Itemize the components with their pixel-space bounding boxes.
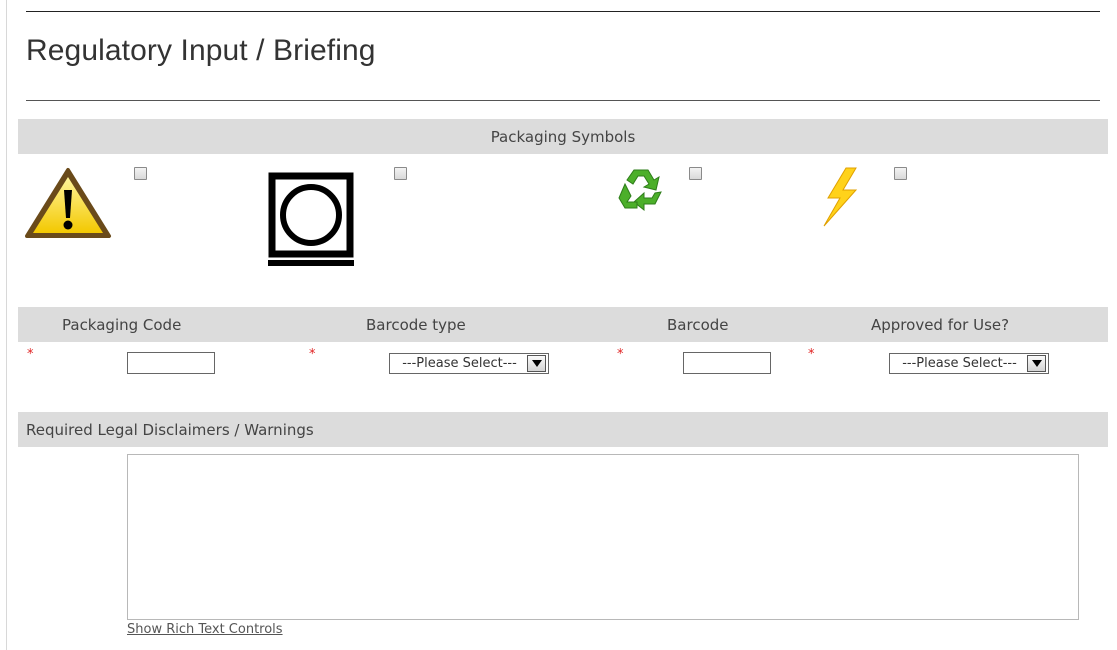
- lightning-bolt-icon: [823, 167, 858, 227]
- top-divider: [26, 11, 1100, 12]
- warning-symbol-checkbox[interactable]: [134, 167, 147, 180]
- barcode-header: Barcode: [667, 316, 729, 334]
- left-border: [6, 0, 7, 650]
- lightning-symbol-checkbox[interactable]: [894, 167, 907, 180]
- show-rich-text-controls-link[interactable]: Show Rich Text Controls: [127, 622, 283, 637]
- required-marker: *: [617, 347, 624, 362]
- packaging-symbols-header: Packaging Symbols: [18, 119, 1108, 154]
- recycle-symbol-checkbox[interactable]: [689, 167, 702, 180]
- dry-clean-symbol-checkbox[interactable]: [394, 167, 407, 180]
- disclaimers-label: Required Legal Disclaimers / Warnings: [26, 420, 314, 439]
- required-marker: *: [27, 347, 34, 362]
- packaging-code-input[interactable]: [127, 352, 215, 374]
- disclaimers-textarea[interactable]: [127, 454, 1079, 620]
- required-marker: *: [808, 347, 815, 362]
- dry-clean-symbol-icon: [268, 172, 354, 266]
- dropdown-arrow-icon[interactable]: [1027, 355, 1046, 372]
- approved-for-use-header: Approved for Use?: [871, 316, 1010, 334]
- fields-header: Packaging Code Barcode type Barcode Appr…: [18, 307, 1108, 342]
- barcode-type-select[interactable]: ---Please Select---: [389, 353, 549, 374]
- page-title: Regulatory Input / Briefing: [26, 34, 376, 67]
- dropdown-arrow-icon[interactable]: [527, 355, 546, 372]
- packaging-symbols-label: Packaging Symbols: [490, 127, 636, 146]
- approved-selected-value: ---Please Select---: [902, 356, 1017, 371]
- barcode-type-header: Barcode type: [366, 316, 466, 334]
- barcode-input[interactable]: [683, 352, 771, 374]
- barcode-type-selected-value: ---Please Select---: [402, 356, 517, 371]
- approved-for-use-select[interactable]: ---Please Select---: [889, 353, 1049, 374]
- title-divider: [26, 100, 1100, 101]
- recycle-icon: [618, 169, 662, 212]
- warning-triangle-icon: [25, 168, 111, 238]
- disclaimers-header: Required Legal Disclaimers / Warnings: [18, 412, 1108, 447]
- packaging-code-header: Packaging Code: [62, 316, 182, 334]
- required-marker: *: [309, 347, 316, 362]
